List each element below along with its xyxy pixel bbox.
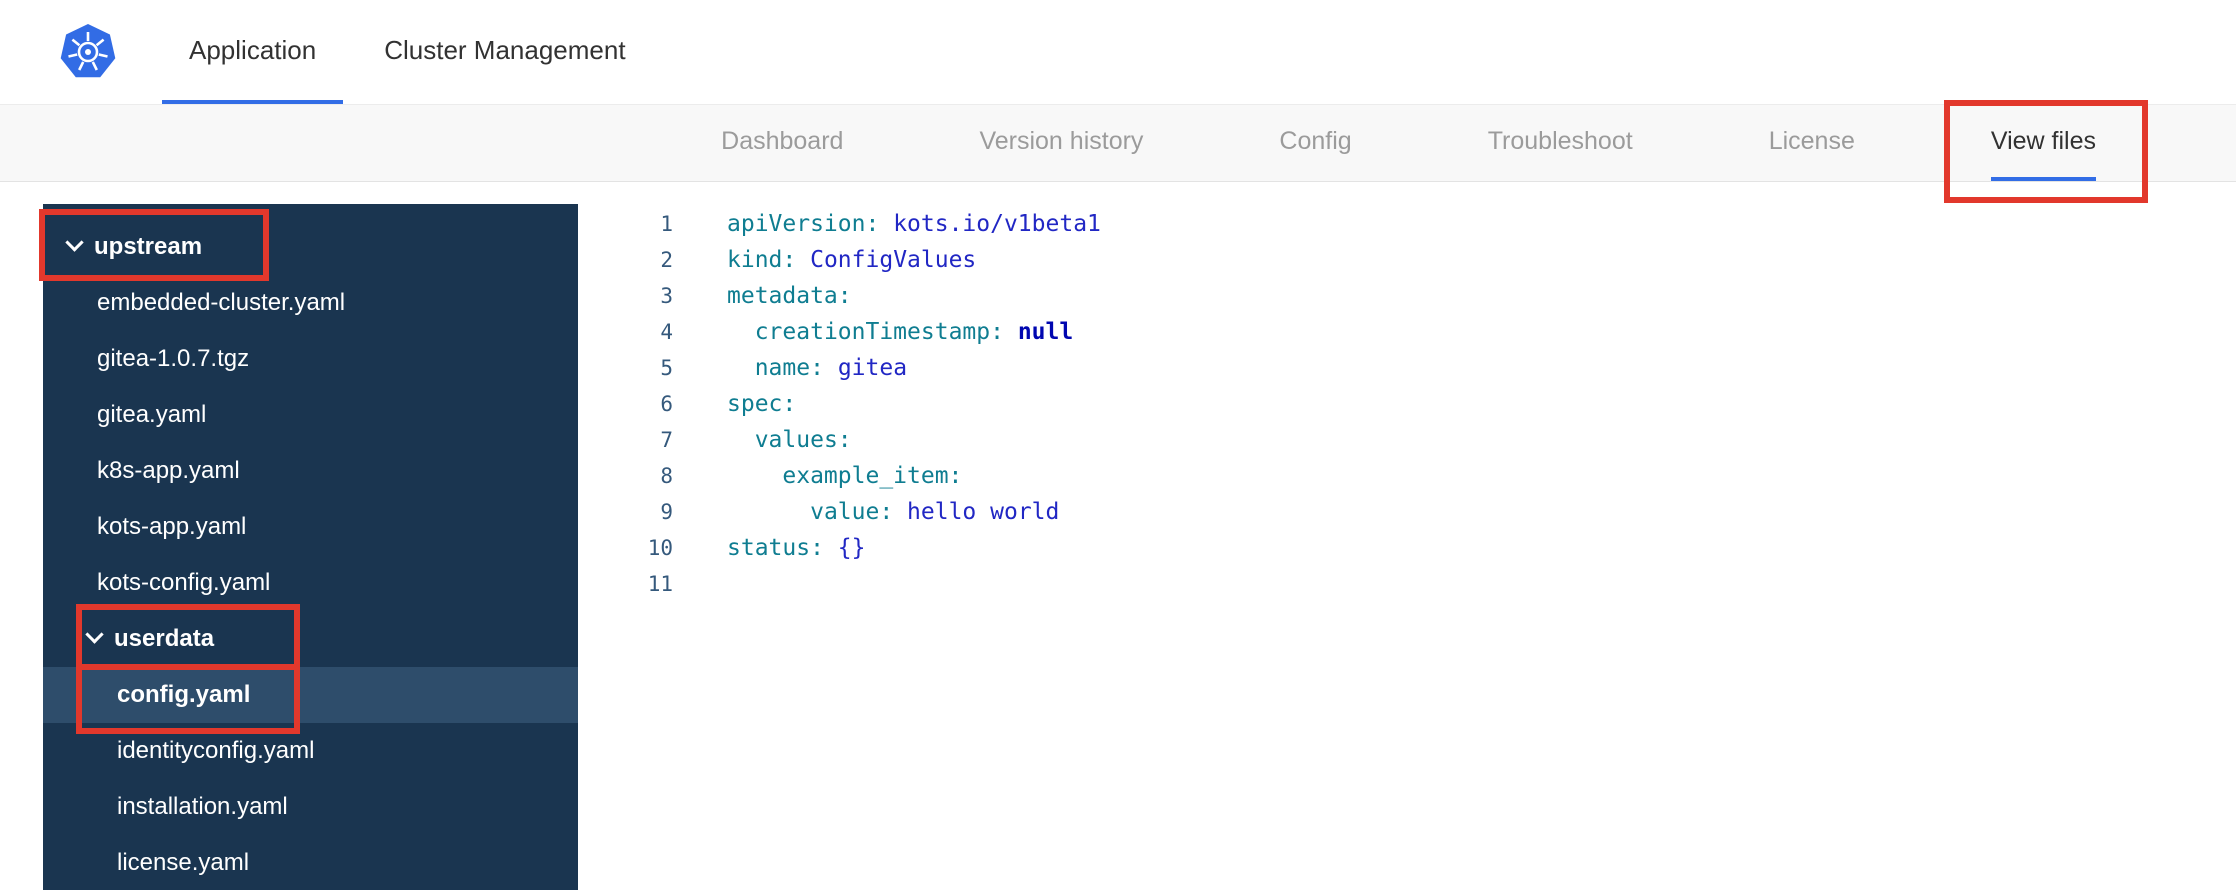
tree-file-license.yaml[interactable]: license.yaml <box>43 835 578 890</box>
line-number: 4 <box>660 320 673 344</box>
code-token-key: values: <box>754 427 852 453</box>
code-line[interactable]: value: hello world <box>727 494 1101 530</box>
line-number: 11 <box>647 572 673 596</box>
code-line[interactable]: status: {} <box>727 530 1101 566</box>
tab-application[interactable]: Application <box>162 0 344 104</box>
line-number: 1 <box>660 212 673 236</box>
tree-item-label: kots-config.yaml <box>97 569 271 596</box>
editor-code[interactable]: apiVersion: kots.io/v1beta1 kind: ConfigV… <box>727 206 1101 890</box>
tree-item-label: embedded-cluster.yaml <box>97 289 346 316</box>
line-number: 2 <box>660 248 673 272</box>
tree-item-label: license.yaml <box>117 849 250 876</box>
tab-version-history[interactable]: Version history <box>979 105 1143 181</box>
code-token-val: kots.io/v1beta1 <box>893 211 1101 237</box>
code-line[interactable]: name: gitea <box>727 350 1101 386</box>
tree-item-label: upstream <box>94 233 203 260</box>
tree-folder-userdata[interactable]: userdata <box>43 611 578 667</box>
tree-item-label: kots-app.yaml <box>97 513 247 540</box>
kubernetes-logo-svg <box>60 24 116 78</box>
code-line[interactable]: values: <box>727 422 1101 458</box>
code-token-key: status: <box>727 535 824 561</box>
tree-file-k8s-app.yaml[interactable]: k8s-app.yaml <box>43 443 578 499</box>
editor-gutter: 1 2 3 4 5 6 7 8 9 10 11 <box>578 206 673 890</box>
line-number: 8 <box>660 464 673 488</box>
tree-item-label: userdata <box>114 625 215 652</box>
line-number: 7 <box>660 428 673 452</box>
tree-file-gitea-1.0.7.tgz[interactable]: gitea-1.0.7.tgz <box>43 331 578 387</box>
line-number: 3 <box>660 284 673 308</box>
tab-config[interactable]: Config <box>1279 105 1351 181</box>
code-token-key: name: <box>754 355 824 381</box>
code-token-key: value: <box>810 499 894 525</box>
chevron-down-icon <box>65 233 84 252</box>
code-line[interactable]: example_item: <box>727 458 1101 494</box>
file-editor: 1 2 3 4 5 6 7 8 9 10 11 apiVersion: kots.io/v1beta… <box>578 204 2236 890</box>
file-tree: upstream embedded-cluster.yaml gitea-1.0.7… <box>43 204 578 890</box>
tree-item-label: gitea-1.0.7.tgz <box>97 345 250 372</box>
code-token-key: creationTimestamp: <box>754 319 1004 345</box>
code-line[interactable]: kind: ConfigValues <box>727 242 1101 278</box>
code-token-key: example_item: <box>782 463 963 489</box>
tree-item-label: gitea.yaml <box>97 401 207 428</box>
tree-file-config.yaml[interactable]: config.yaml <box>43 667 578 723</box>
line-number: 5 <box>660 356 673 380</box>
code-token-key: metadata: <box>727 283 852 309</box>
app-subnav: Dashboard Version history Config Troublesho… <box>0 105 2236 182</box>
code-token-key: kind: <box>727 247 797 273</box>
code-line[interactable]: apiVersion: kots.io/v1beta1 <box>727 206 1101 242</box>
tree-file-embedded-cluster.yaml[interactable]: embedded-cluster.yaml <box>43 275 578 331</box>
code-token-val: ConfigValues <box>810 247 977 273</box>
tree-file-kots-config.yaml[interactable]: kots-config.yaml <box>43 555 578 611</box>
tree-item-label: identityconfig.yaml <box>117 737 315 764</box>
tab-license[interactable]: License <box>1769 105 1855 181</box>
tree-file-installation.yaml[interactable]: installation.yaml <box>43 779 578 835</box>
tree-file-kots-app.yaml[interactable]: kots-app.yaml <box>43 499 578 555</box>
tab-cluster-management[interactable]: Cluster Management <box>357 0 652 104</box>
tab-troubleshoot[interactable]: Troubleshoot <box>1488 105 1633 181</box>
tree-item-label: config.yaml <box>117 681 251 708</box>
code-line[interactable]: spec: <box>727 386 1101 422</box>
code-line[interactable]: creationTimestamp: null <box>727 314 1101 350</box>
tree-item-label: installation.yaml <box>117 793 288 820</box>
line-number: 10 <box>647 536 673 560</box>
tree-item-label: k8s-app.yaml <box>97 457 240 484</box>
code-line[interactable]: metadata: <box>727 278 1101 314</box>
tab-dashboard[interactable]: Dashboard <box>721 105 843 181</box>
tab-view-files[interactable]: View files <box>1990 105 2096 181</box>
code-token-val: hello world <box>907 499 1060 525</box>
chevron-down-icon <box>85 625 104 644</box>
line-number: 6 <box>660 392 673 416</box>
code-token-key: spec: <box>727 391 797 417</box>
top-header: Application Cluster Management <box>0 0 2236 105</box>
kubernetes-logo-icon[interactable] <box>60 0 116 104</box>
tree-folder-upstream[interactable]: upstream <box>43 219 578 275</box>
header-tabs: Application Cluster Management <box>162 0 653 104</box>
line-number: 9 <box>660 500 673 524</box>
code-token-val: {} <box>837 535 866 561</box>
code-token-key: apiVersion: <box>727 211 880 237</box>
main-content: upstream embedded-cluster.yaml gitea-1.0.7… <box>0 182 2236 890</box>
code-line[interactable] <box>727 566 1101 602</box>
tree-file-identityconfig.yaml[interactable]: identityconfig.yaml <box>43 723 578 779</box>
code-token-null: null <box>1017 319 1074 345</box>
code-token-val: gitea <box>837 355 908 381</box>
tree-file-gitea.yaml[interactable]: gitea.yaml <box>43 387 578 443</box>
kots-admin-console: Application Cluster Management Dashboard V… <box>0 0 2236 890</box>
